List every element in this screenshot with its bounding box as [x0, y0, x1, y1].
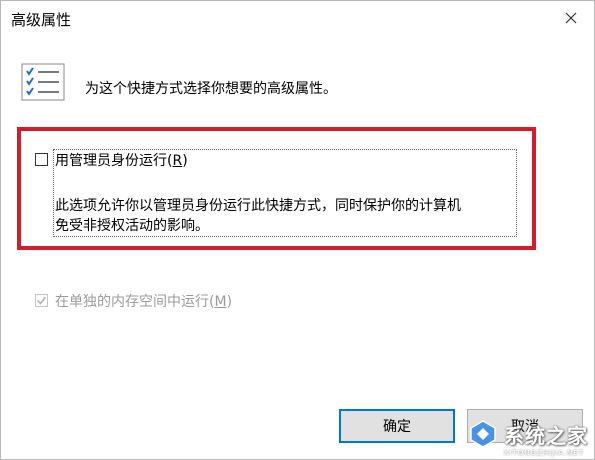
- properties-list-icon: [21, 63, 65, 101]
- title-bar[interactable]: 高级属性: [1, 1, 594, 37]
- run-as-admin-description-line1: 此选项允许你以管理员身份运行此快捷方式，同时保护你的计算机: [55, 198, 461, 214]
- watermark-subtext: XITONGZHIJIA.NET: [503, 449, 584, 457]
- separate-memory-label[interactable]: 在单独的内存空间中运行(M): [55, 291, 232, 311]
- advanced-properties-dialog: 高级属性 为这个快捷方式选择你想要的高级属性。 用管理员身份运行(R) 此选项允…: [0, 0, 595, 460]
- ok-button[interactable]: 确定: [339, 409, 455, 443]
- watermark-text: 系统之家: [504, 423, 588, 448]
- separate-memory-checkbox[interactable]: [35, 294, 48, 307]
- run-as-admin-label[interactable]: 用管理员身份运行(R): [55, 150, 188, 170]
- watermark-logo-icon: [470, 420, 496, 448]
- separate-memory-mnemonic: M: [214, 294, 227, 310]
- dialog-title: 高级属性: [11, 11, 72, 29]
- run-as-admin-checkbox[interactable]: [35, 153, 48, 166]
- close-icon: [565, 12, 577, 24]
- run-as-admin-mnemonic: R: [172, 153, 183, 169]
- watermark: 系统之家: [468, 419, 588, 449]
- checkmark-icon: [36, 296, 47, 305]
- run-as-admin-description-line2: 免受非授权活动的影响。: [55, 218, 209, 234]
- close-button[interactable]: [548, 1, 594, 35]
- header-description: 为这个快捷方式选择你想要的高级属性。: [85, 81, 337, 97]
